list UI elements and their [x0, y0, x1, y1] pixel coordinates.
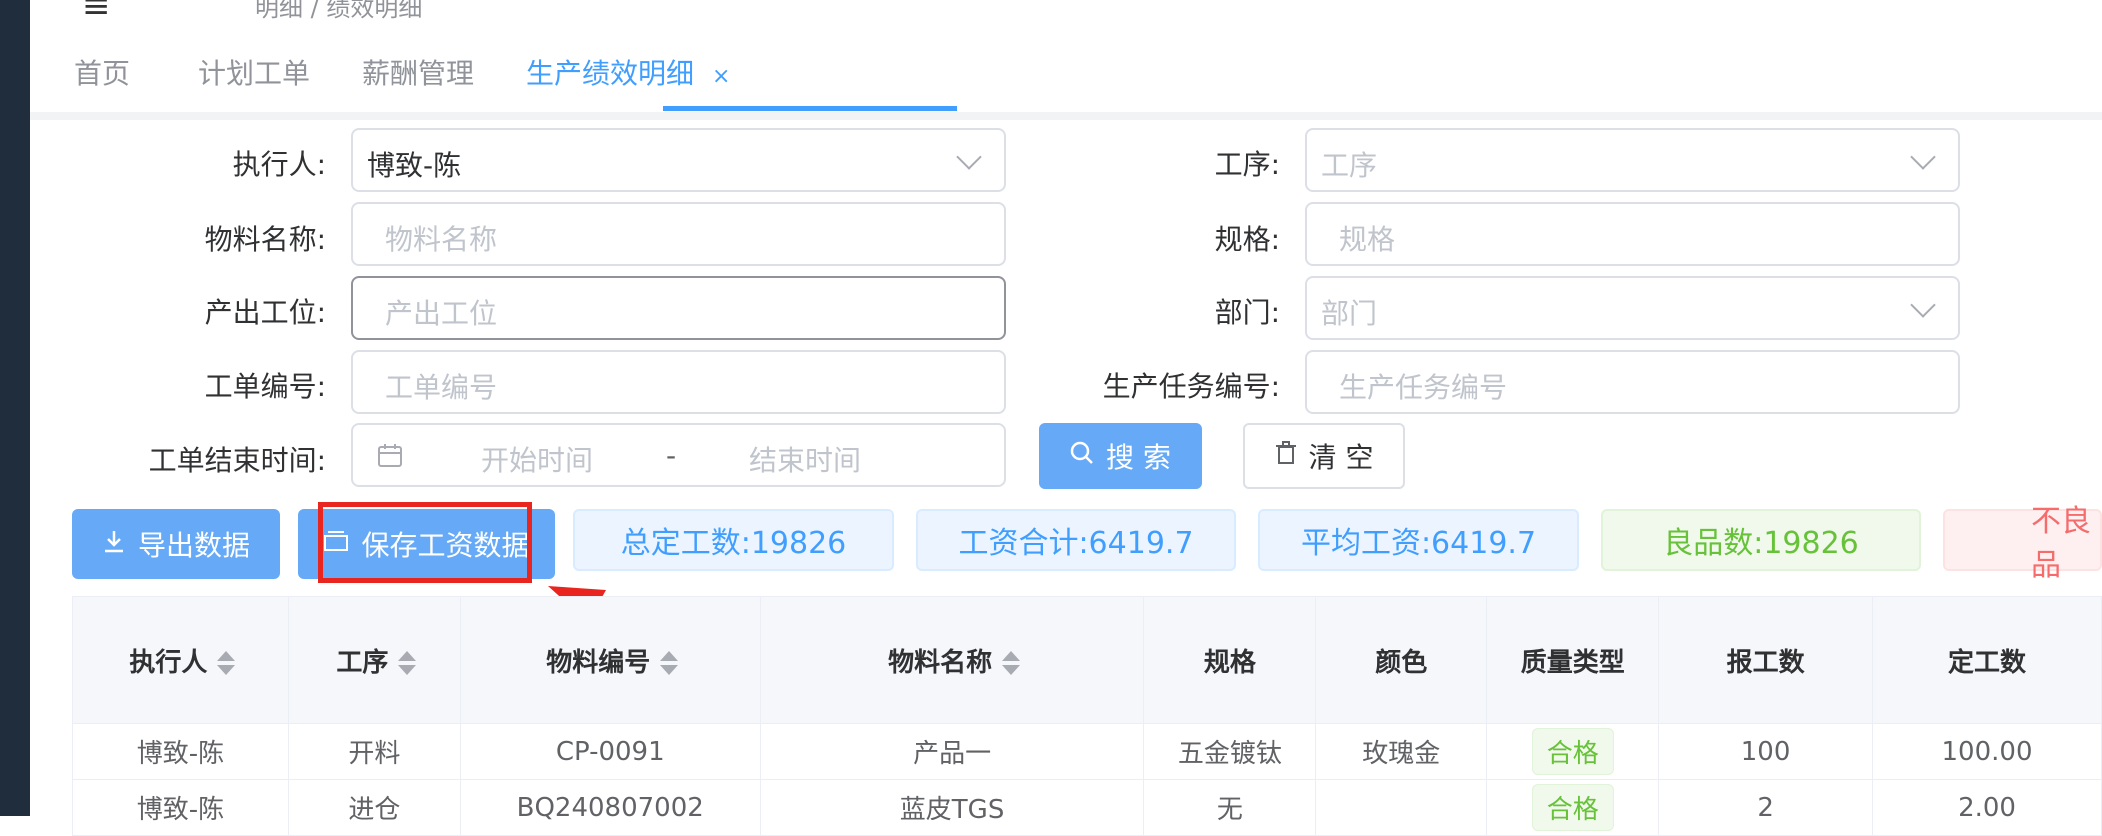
cell-material-code: CP-0091	[459, 723, 761, 780]
col-material-code[interactable]: 物料编号	[459, 596, 761, 724]
cell-material-name: 蓝皮TGS	[759, 779, 1145, 836]
sort-icon[interactable]	[1002, 649, 1021, 677]
col-process[interactable]: 工序	[287, 596, 461, 724]
header-label: 工序	[336, 647, 389, 678]
cell-executor: 博致-陈	[72, 779, 289, 836]
table-row[interactable]: 博致-陈 进仓 BQ240807002 蓝皮TGS 无 合格 2 2.00	[72, 779, 2102, 836]
col-material-name[interactable]: 物料名称	[759, 596, 1145, 724]
cell-material-name: 产品一	[759, 723, 1145, 780]
cell-color: 玫瑰金	[1315, 723, 1488, 780]
cell-color	[1315, 779, 1488, 836]
cell-report-count: 100	[1658, 723, 1874, 780]
performance-table: 执行人 工序 物料编号 物料名称 规格 颜色 质量类型 报工数 定工数 博致-陈…	[72, 596, 2102, 836]
cell-spec: 无	[1143, 779, 1317, 836]
table-header-row: 执行人 工序 物料编号 物料名称 规格 颜色 质量类型 报工数 定工数	[72, 596, 2102, 724]
cell-quality-type: 合格	[1486, 779, 1660, 836]
cell-material-code: BQ240807002	[459, 779, 761, 836]
quality-tag: 合格	[1531, 728, 1614, 775]
col-quality-type: 质量类型	[1486, 596, 1660, 724]
sort-icon[interactable]	[398, 649, 417, 677]
col-spec: 规格	[1143, 596, 1317, 724]
col-quota-count: 定工数	[1872, 596, 2102, 724]
col-color: 颜色	[1315, 596, 1488, 724]
cell-process: 进仓	[287, 779, 461, 836]
sort-icon[interactable]	[217, 649, 236, 677]
cell-executor: 博致-陈	[72, 723, 289, 780]
quality-tag: 合格	[1531, 784, 1614, 831]
cell-spec: 五金镀钛	[1143, 723, 1317, 780]
header-label: 执行人	[129, 647, 208, 678]
cell-process: 开料	[287, 723, 461, 780]
cell-quota-count: 100.00	[1872, 723, 2102, 780]
cell-quality-type: 合格	[1486, 723, 1660, 780]
cell-quota-count: 2.00	[1872, 779, 2102, 836]
sort-icon[interactable]	[660, 649, 679, 677]
col-report-count: 报工数	[1658, 596, 1874, 724]
table-row[interactable]: 博致-陈 开料 CP-0091 产品一 五金镀钛 玫瑰金 合格 100 100.…	[72, 723, 2102, 780]
col-executor[interactable]: 执行人	[72, 596, 289, 724]
cell-report-count: 2	[1658, 779, 1874, 836]
header-label: 物料编号	[546, 647, 651, 678]
header-label: 物料名称	[888, 647, 993, 678]
